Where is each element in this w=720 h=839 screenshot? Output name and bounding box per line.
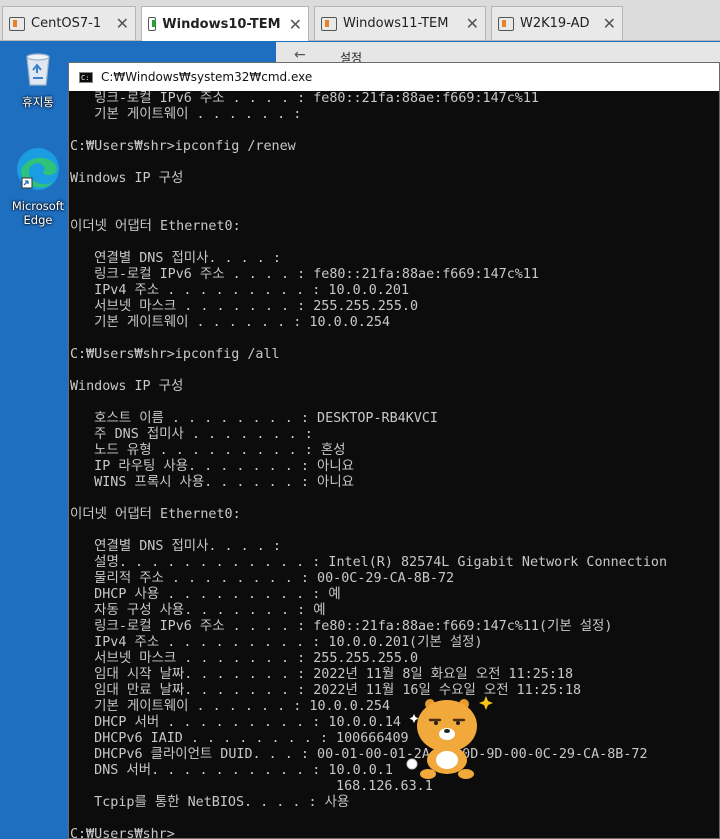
console-line: 노드 유형 . . . . . . . . . : 혼성	[70, 443, 346, 458]
console-line: 168.126.63.1	[70, 779, 433, 794]
console-line: 링크-로컬 IPv6 주소 . . . . : fe80::21fa:88ae:…	[70, 267, 539, 282]
console-line: 기본 게이트웨이 . . . . . . :	[70, 107, 302, 122]
cmd-window[interactable]: C: C:₩Windows₩system32₩cmd.exe 링크-로컬 IPv…	[68, 62, 720, 839]
tab-label: W2K19-AD	[520, 16, 590, 31]
close-icon[interactable]: ✕	[289, 15, 302, 34]
tab-windows11-tem[interactable]: Windows11-TEM ✕	[314, 6, 486, 40]
console-line: WINS 프록시 사용. . . . . . : 아니요	[70, 475, 354, 490]
console-line: 서브넷 마스크 . . . . . . . : 255.255.255.0	[70, 299, 419, 314]
console-line: 이더넷 어댑터 Ethernet0:	[70, 219, 241, 234]
console-line: IP 라우팅 사용. . . . . . . : 아니요	[70, 459, 354, 474]
console-line: 연결별 DNS 접미사. . . . :	[70, 251, 281, 266]
console-line: C:₩Users₩shr>ipconfig /renew	[70, 139, 296, 154]
vm-icon	[498, 16, 514, 31]
console-line: DHCP 서버 . . . . . . . . . : 10.0.0.14	[70, 715, 401, 730]
console-line: 이더넷 어댑터 Ethernet0:	[70, 507, 241, 522]
console-line: 설명. . . . . . . . . . . . : Intel(R) 825…	[70, 555, 668, 570]
console-line: Windows IP 구성	[70, 171, 184, 186]
vm-tab-bar: CentOS7-1 ✕ Windows10-TEM ✕ Windows11-TE…	[0, 0, 720, 41]
vm-icon	[9, 16, 25, 31]
console-line: DNS 서버. . . . . . . . . . : 10.0.0.1	[70, 763, 393, 778]
tab-w2k19-ad[interactable]: W2K19-AD ✕	[491, 6, 623, 40]
console-line: 임대 시작 날짜. . . . . . . : 2022년 11월 8일 화요일…	[70, 667, 574, 682]
console-line: 호스트 이름 . . . . . . . . : DESKTOP-RB4KVCI	[70, 411, 438, 426]
console-line: 자동 구성 사용. . . . . . . : 예	[70, 603, 326, 618]
console-line: 주 DNS 접미사 . . . . . . . :	[70, 427, 313, 442]
cmd-titlebar[interactable]: C: C:₩Windows₩system32₩cmd.exe	[69, 63, 719, 91]
recycle-bin-label: 휴지통	[22, 95, 54, 109]
edge-label-line1: Microsoft	[11, 199, 65, 213]
console-output[interactable]: 링크-로컬 IPv6 주소 . . . . : fe80::21fa:88ae:…	[69, 91, 719, 838]
cmd-title: C:₩Windows₩system32₩cmd.exe	[101, 70, 313, 84]
close-icon[interactable]: ✕	[466, 14, 479, 33]
console-line: 링크-로컬 IPv6 주소 . . . . : fe80::21fa:88ae:…	[70, 91, 539, 106]
tab-label: Windows11-TEM	[343, 16, 449, 31]
console-line: 기본 게이트웨이 . . . . . . : 10.0.0.254	[70, 699, 391, 714]
vm-icon	[321, 16, 337, 31]
console-line: C:₩Users₩shr>ipconfig /all	[70, 347, 280, 362]
tab-windows10-tem[interactable]: Windows10-TEM ✕	[141, 6, 309, 41]
edge-label-line2: Edge	[23, 213, 53, 227]
cmd-icon: C:	[79, 71, 93, 83]
console-line: Tcpip를 통한 NetBIOS. . . . : 사용	[70, 795, 350, 810]
close-icon[interactable]: ✕	[116, 14, 129, 33]
tab-label: CentOS7-1	[31, 16, 102, 31]
console-line: 기본 게이트웨이 . . . . . . : 10.0.0.254	[70, 315, 391, 330]
console-line: DHCPv6 IAID . . . . . . . . : 100666409	[70, 731, 409, 746]
console-line: 연결별 DNS 접미사. . . . :	[70, 539, 281, 554]
edge-icon	[17, 148, 59, 190]
console-line: Windows IP 구성	[70, 379, 184, 394]
recycle-bin-shortcut[interactable]: 휴지통	[6, 48, 70, 110]
console-line: IPv4 주소 . . . . . . . . . : 10.0.0.201	[70, 283, 410, 298]
console-line: 서브넷 마스크 . . . . . . . : 255.255.255.0	[70, 651, 419, 666]
tab-centos7-1[interactable]: CentOS7-1 ✕	[2, 6, 136, 40]
close-icon[interactable]: ✕	[603, 14, 616, 33]
console-line: DHCPv6 클라이언트 DUID. . . : 00-01-00-01-2A-…	[70, 747, 648, 762]
console-line: DHCP 사용 . . . . . . . . . : 예	[70, 587, 341, 602]
console-line: 물리적 주소 . . . . . . . . : 00-0C-29-CA-8B-…	[70, 571, 455, 586]
edge-shortcut[interactable]: Microsoft Edge	[6, 144, 70, 227]
vm-icon	[148, 17, 157, 31]
recycle-bin-icon	[26, 53, 50, 86]
console-line: C:₩Users₩shr>	[70, 827, 175, 838]
tab-label: Windows10-TEM	[162, 16, 281, 32]
console-line: IPv4 주소 . . . . . . . . . : 10.0.0.201(기…	[70, 635, 483, 650]
back-arrow-icon[interactable]: ←	[294, 47, 306, 63]
console-line: 임대 만료 날짜. . . . . . . : 2022년 11월 16일 수요…	[70, 683, 582, 698]
console-line: 링크-로컬 IPv6 주소 . . . . : fe80::21fa:88ae:…	[70, 619, 613, 634]
character-sticker-icon	[406, 696, 493, 779]
